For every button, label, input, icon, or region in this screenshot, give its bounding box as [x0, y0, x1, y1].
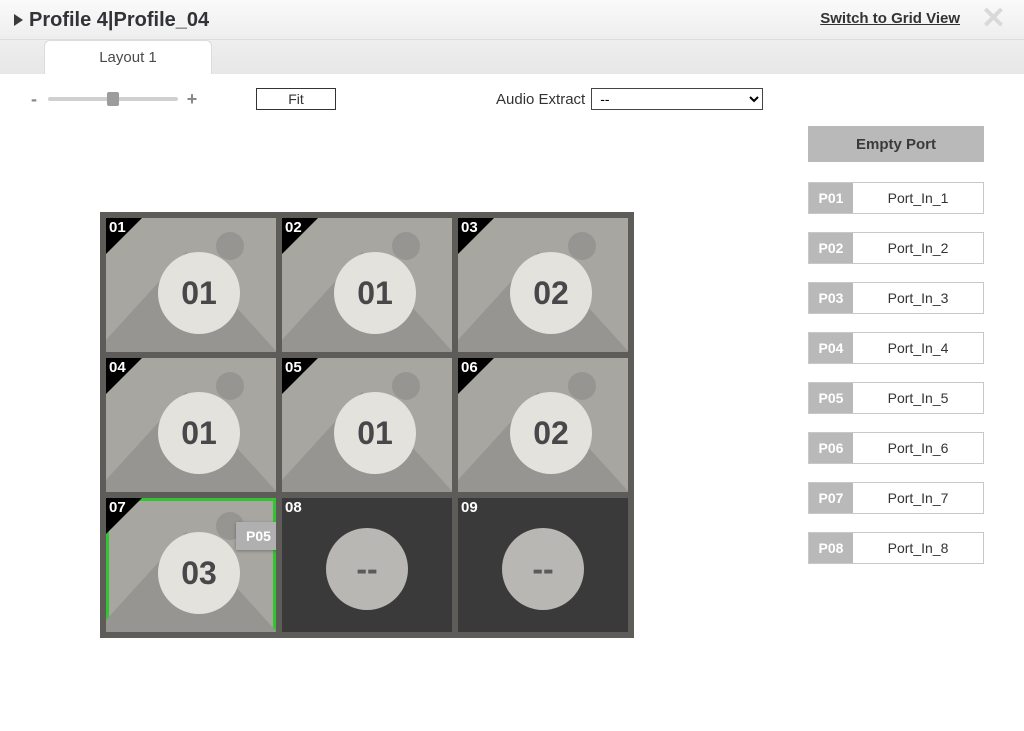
cell-assigned-badge: 01: [158, 392, 240, 474]
cell-assigned-badge: 01: [334, 392, 416, 474]
main-body: 01 01 02 01 03 02 04: [0, 118, 1024, 638]
port-item-p04[interactable]: P04 Port_In_4: [808, 332, 984, 364]
grid-cell-08[interactable]: 08 --: [282, 498, 452, 632]
cell-slot-number: 05: [285, 359, 302, 376]
port-code: P03: [809, 283, 853, 313]
grid-cell-07[interactable]: 07 03 P05 Port_In_5: [106, 498, 276, 632]
audio-extract-select[interactable]: --: [591, 88, 763, 110]
port-name: Port_In_1: [853, 183, 983, 213]
port-item-p07[interactable]: P07 Port_In_7: [808, 482, 984, 514]
cell-assigned-badge: --: [502, 528, 584, 610]
cell-slot-number: 09: [461, 499, 478, 516]
audio-extract-label: Audio Extract: [496, 91, 585, 108]
port-code: P08: [809, 533, 853, 563]
cell-slot-number: 03: [461, 219, 478, 236]
port-name: Port_In_2: [853, 233, 983, 263]
cell-assigned-badge: 01: [158, 252, 240, 334]
grid-cell-01[interactable]: 01 01: [106, 218, 276, 352]
output-grid: 01 01 02 01 03 02 04: [100, 212, 634, 638]
zoom-in-button[interactable]: +: [186, 89, 198, 110]
zoom-handle[interactable]: [107, 92, 119, 106]
port-drag-chip[interactable]: P05 Port_In_5: [236, 522, 276, 550]
port-code: P04: [809, 333, 853, 363]
caret-right-icon[interactable]: [14, 14, 23, 26]
zoom-slider: - +: [28, 89, 198, 110]
cell-slot-number: 07: [109, 499, 126, 516]
cell-assigned-badge: 01: [334, 252, 416, 334]
port-code: P07: [809, 483, 853, 513]
placeholder-sun-icon: [216, 232, 244, 260]
port-name: Port_In_7: [853, 483, 983, 513]
header-bar: Profile 4|Profile_04 Switch to Grid View…: [0, 0, 1024, 40]
switch-grid-view-link[interactable]: Switch to Grid View: [820, 10, 960, 27]
fit-button[interactable]: Fit: [256, 88, 336, 110]
port-item-p05[interactable]: P05 Port_In_5: [808, 382, 984, 414]
toolbar: - + Fit Audio Extract --: [0, 74, 1024, 118]
zoom-out-button[interactable]: -: [28, 89, 40, 110]
cell-slot-number: 01: [109, 219, 126, 236]
cell-assigned-badge: 02: [510, 252, 592, 334]
placeholder-sun-icon: [392, 372, 420, 400]
port-item-p03[interactable]: P03 Port_In_3: [808, 282, 984, 314]
port-drag-chip-code: P05: [236, 522, 276, 550]
profile-title-text: Profile 4|Profile_04: [29, 9, 209, 32]
placeholder-sun-icon: [568, 372, 596, 400]
canvas-area: 01 01 02 01 03 02 04: [0, 118, 808, 638]
port-code: P02: [809, 233, 853, 263]
placeholder-sun-icon: [568, 232, 596, 260]
cell-slot-number: 02: [285, 219, 302, 236]
port-item-p06[interactable]: P06 Port_In_6: [808, 432, 984, 464]
cell-assigned-badge: --: [326, 528, 408, 610]
cell-assigned-badge: 02: [510, 392, 592, 474]
port-item-p08[interactable]: P08 Port_In_8: [808, 532, 984, 564]
cell-slot-number: 06: [461, 359, 478, 376]
grid-cell-05[interactable]: 05 01: [282, 358, 452, 492]
cell-assigned-badge: 03: [158, 532, 240, 614]
grid-cell-03[interactable]: 03 02: [458, 218, 628, 352]
placeholder-sun-icon: [216, 372, 244, 400]
tab-layout-1[interactable]: Layout 1: [44, 40, 212, 74]
zoom-track[interactable]: [48, 97, 178, 101]
grid-cell-04[interactable]: 04 01: [106, 358, 276, 492]
port-sidebar: Empty Port P01 Port_In_1 P02 Port_In_2 P…: [808, 118, 1024, 638]
cell-slot-number: 08: [285, 499, 302, 516]
empty-port-button[interactable]: Empty Port: [808, 126, 984, 162]
grid-cell-09[interactable]: 09 --: [458, 498, 628, 632]
close-icon[interactable]: ✕: [981, 4, 1006, 34]
audio-extract-group: Audio Extract --: [496, 88, 763, 110]
port-name: Port_In_6: [853, 433, 983, 463]
port-name: Port_In_5: [853, 383, 983, 413]
port-name: Port_In_4: [853, 333, 983, 363]
port-item-p01[interactable]: P01 Port_In_1: [808, 182, 984, 214]
port-item-p02[interactable]: P02 Port_In_2: [808, 232, 984, 264]
port-code: P06: [809, 433, 853, 463]
port-code: P05: [809, 383, 853, 413]
grid-cell-06[interactable]: 06 02: [458, 358, 628, 492]
port-code: P01: [809, 183, 853, 213]
port-name: Port_In_8: [853, 533, 983, 563]
tab-row: Layout 1: [0, 40, 1024, 74]
cell-slot-number: 04: [109, 359, 126, 376]
port-name: Port_In_3: [853, 283, 983, 313]
placeholder-sun-icon: [392, 232, 420, 260]
grid-cell-02[interactable]: 02 01: [282, 218, 452, 352]
